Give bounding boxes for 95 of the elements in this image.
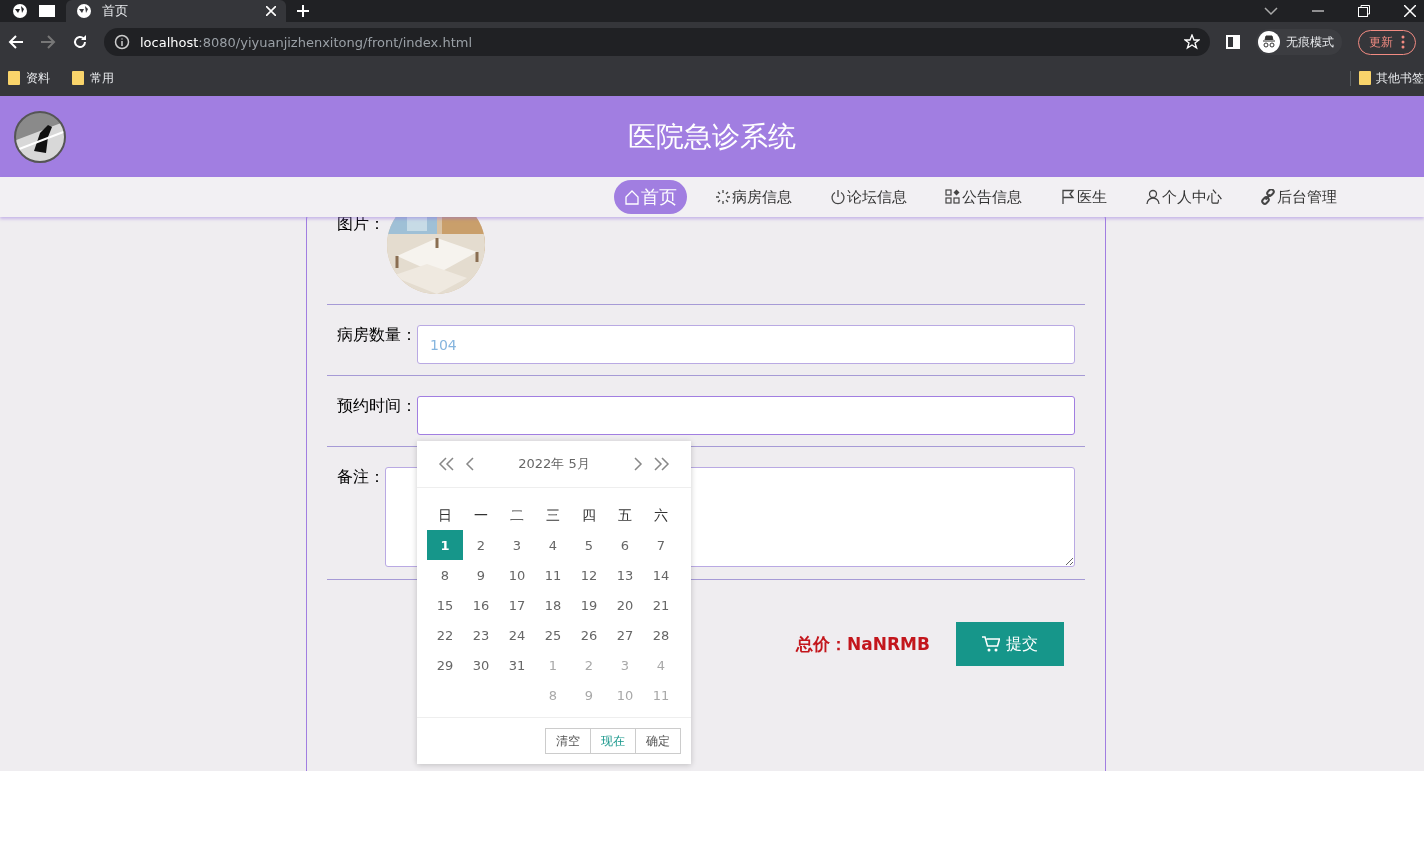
calendar-day[interactable]: 8 bbox=[427, 560, 463, 590]
folder-icon bbox=[1359, 71, 1371, 85]
calendar-day[interactable]: 30 bbox=[463, 650, 499, 680]
calendar-day[interactable]: 16 bbox=[463, 590, 499, 620]
more-icon bbox=[1401, 35, 1405, 49]
calendar-day[interactable]: 21 bbox=[643, 590, 679, 620]
calendar-day[interactable]: 18 bbox=[535, 590, 571, 620]
nav-link[interactable]: 论坛信息 bbox=[820, 180, 917, 214]
weekday-label: 四 bbox=[582, 507, 596, 525]
grid-icon bbox=[945, 189, 961, 205]
folder-icon bbox=[72, 71, 84, 85]
weekday-label: 五 bbox=[618, 507, 632, 525]
site-title: 医院急诊系统 bbox=[628, 118, 796, 155]
field-label: 预约时间： bbox=[337, 396, 417, 417]
user-icon bbox=[1145, 189, 1161, 205]
incognito-icon bbox=[1258, 31, 1280, 53]
nav-link[interactable]: 后台管理 bbox=[1250, 180, 1347, 214]
confirm-button[interactable]: 确定 bbox=[635, 728, 681, 754]
chevron-right-icon[interactable] bbox=[633, 456, 643, 472]
url-text[interactable]: localhost:8080/yiyuanjizhenxitong/front/index.html bbox=[140, 34, 472, 50]
calendar-day[interactable]: 20 bbox=[607, 590, 643, 620]
calendar-day[interactable]: 14 bbox=[643, 560, 679, 590]
new-tab-icon[interactable] bbox=[296, 4, 310, 18]
globe-icon bbox=[76, 3, 92, 19]
weekday-label: 六 bbox=[654, 507, 668, 525]
calendar-day[interactable]: 9 bbox=[463, 560, 499, 590]
date-picker-menu[interactable]: 2022年 5月 日 一 二 三 四 五 六 1 2 3 4 5 6 7 8 9 10 11 12 13 14 15 16 17 18 19 20 21 22 23 24 25 26 27 28 29 30 31 1 2 3 4 8 9 10 11 清空 现在 确定 bbox=[417, 441, 691, 764]
star-icon[interactable] bbox=[1184, 34, 1200, 50]
calendar-day[interactable]: 7 bbox=[643, 530, 679, 560]
clear-button[interactable]: 清空 bbox=[545, 728, 591, 754]
calendar-day[interactable]: 23 bbox=[463, 620, 499, 650]
folder-icon bbox=[8, 71, 20, 85]
calendar-day[interactable]: 31 bbox=[499, 650, 535, 680]
nav-link[interactable]: 首页 bbox=[614, 180, 687, 214]
bookmark-folder[interactable]: 其他书签 bbox=[1350, 70, 1424, 86]
calendar-day[interactable]: 24 bbox=[499, 620, 535, 650]
calendar-day[interactable]: 29 bbox=[427, 650, 463, 680]
nav-link[interactable]: 公告信息 bbox=[935, 180, 1032, 214]
weekday-label: 日 bbox=[438, 507, 452, 525]
calendar-day[interactable]: 4 bbox=[535, 530, 571, 560]
field-label: 备注： bbox=[337, 467, 385, 488]
sidebar-icon[interactable] bbox=[1226, 35, 1240, 49]
bookmark-folder[interactable]: 资料 bbox=[8, 69, 50, 87]
cart-icon bbox=[982, 636, 1000, 652]
calendar-day[interactable]: 2 bbox=[463, 530, 499, 560]
restore-icon[interactable] bbox=[1358, 5, 1370, 17]
calendar-day[interactable]: 26 bbox=[571, 620, 607, 650]
flag-icon bbox=[1060, 189, 1076, 205]
calendar-day[interactable]: 3 bbox=[499, 530, 535, 560]
month-title: 2022年 5月 bbox=[517, 455, 591, 473]
submit-button[interactable]: 提交 bbox=[956, 622, 1064, 666]
loader-icon bbox=[715, 189, 731, 205]
browser-tab[interactable]: 首页 bbox=[66, 0, 286, 22]
calendar-day[interactable]: 12 bbox=[571, 560, 607, 590]
calendar-day[interactable]: 25 bbox=[535, 620, 571, 650]
incognito-badge[interactable]: 无痕模式 bbox=[1256, 29, 1342, 55]
now-button[interactable]: 现在 bbox=[590, 728, 636, 754]
bookmark-folder[interactable]: 常用 bbox=[72, 69, 114, 87]
address-bar[interactable]: localhost:8080/yiyuanjizhenxitong/front/index.html bbox=[104, 28, 1210, 56]
chevron-left-icon[interactable] bbox=[465, 456, 475, 472]
weekday-label: 三 bbox=[546, 507, 560, 525]
reload-icon[interactable] bbox=[72, 34, 88, 50]
nav-link[interactable]: 个人中心 bbox=[1135, 180, 1232, 214]
calendar-day[interactable]: 6 bbox=[607, 530, 643, 560]
page-icon[interactable] bbox=[38, 4, 56, 18]
calendar-day[interactable]: 1 bbox=[427, 530, 463, 560]
field-label: 病房数量： bbox=[337, 325, 417, 346]
calendar-day[interactable]: 15 bbox=[427, 590, 463, 620]
info-icon bbox=[114, 34, 130, 50]
power-icon bbox=[830, 189, 846, 205]
calendar-day[interactable]: 17 bbox=[499, 590, 535, 620]
forward-icon[interactable] bbox=[40, 34, 56, 50]
calendar-day[interactable]: 5 bbox=[571, 530, 607, 560]
calendar-day[interactable]: 13 bbox=[607, 560, 643, 590]
input-field[interactable] bbox=[417, 396, 1075, 435]
calendar-day[interactable]: 11 bbox=[535, 560, 571, 590]
nav-link[interactable]: 医生 bbox=[1050, 180, 1117, 214]
close-icon[interactable] bbox=[1404, 5, 1416, 17]
globe-icon[interactable] bbox=[12, 3, 28, 19]
calendar-day[interactable]: 22 bbox=[427, 620, 463, 650]
close-icon[interactable] bbox=[266, 6, 276, 16]
calendar-day[interactable]: 10 bbox=[499, 560, 535, 590]
nav-link[interactable]: 病房信息 bbox=[705, 180, 802, 214]
chevron-down-icon[interactable] bbox=[1264, 6, 1278, 16]
link-icon bbox=[1260, 189, 1276, 205]
calendar-day[interactable]: 28 bbox=[643, 620, 679, 650]
total-price: 总价：NaNRMB bbox=[796, 632, 930, 656]
calendar-day[interactable]: 19 bbox=[571, 590, 607, 620]
back-icon[interactable] bbox=[8, 34, 24, 50]
weekday-label: 一 bbox=[474, 507, 488, 525]
weekday-label: 二 bbox=[510, 507, 524, 525]
double-left-icon[interactable] bbox=[437, 456, 455, 472]
calendar-day[interactable]: 27 bbox=[607, 620, 643, 650]
double-right-icon[interactable] bbox=[653, 456, 671, 472]
home-icon bbox=[624, 189, 640, 205]
